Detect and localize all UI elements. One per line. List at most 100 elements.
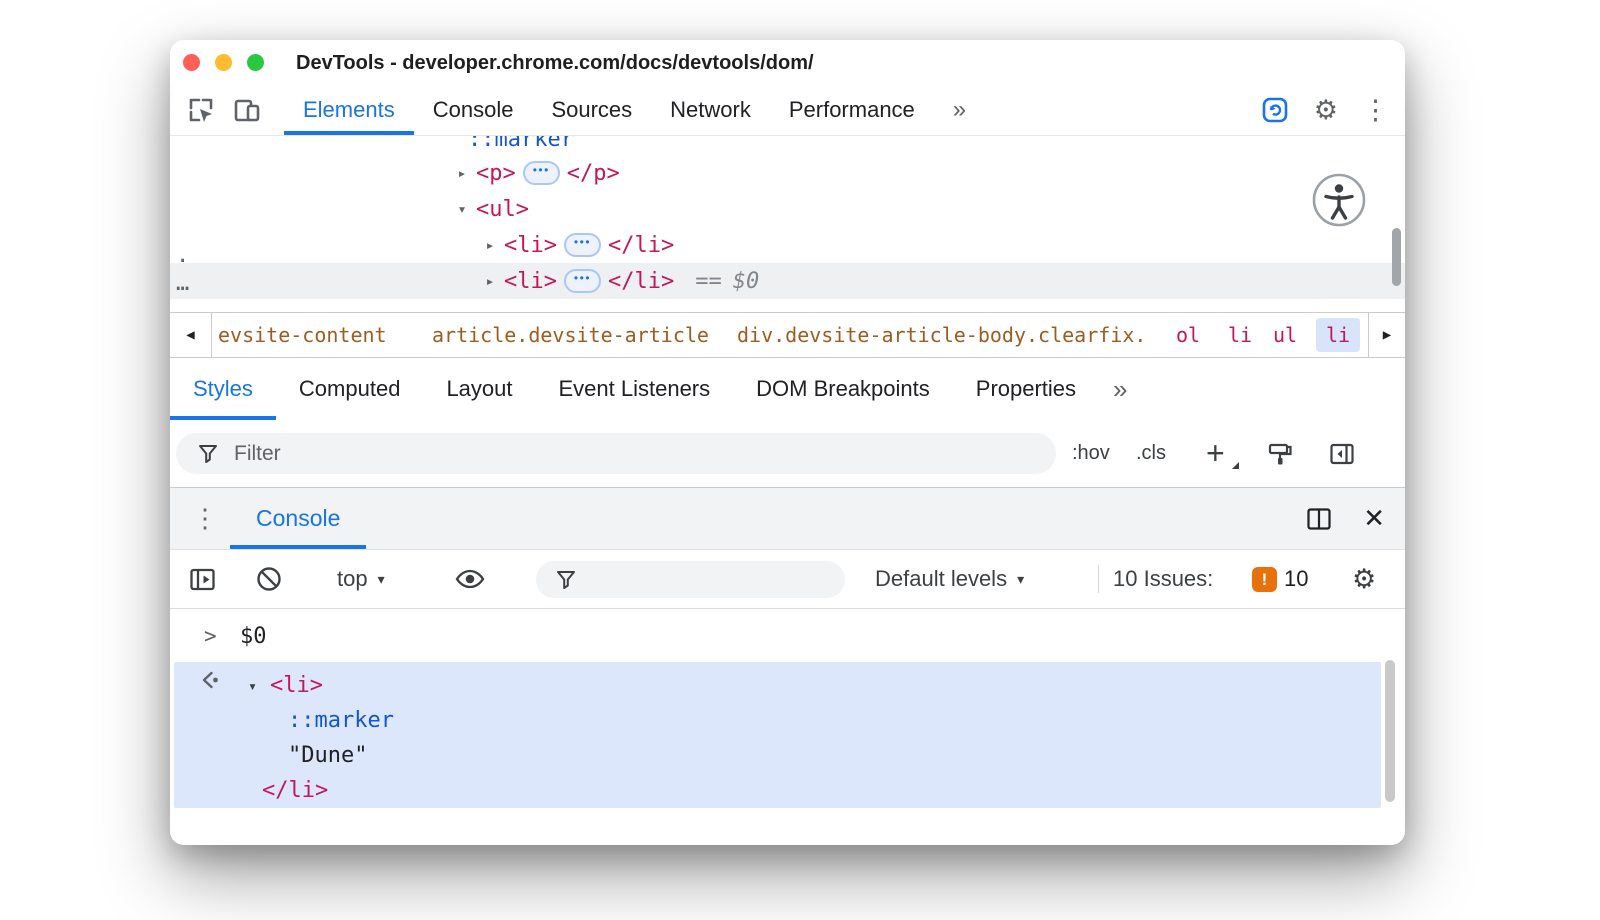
drawer-tab-console[interactable]: Console — [230, 488, 366, 549]
console-scrollbar-thumb[interactable] — [1385, 660, 1395, 802]
toggle-device-toolbar-icon[interactable] — [232, 95, 262, 125]
kebab-menu-icon[interactable]: ⋮ — [1362, 97, 1389, 124]
breadcrumb-item[interactable]: evsite-content — [218, 313, 387, 357]
styles-sidebar-tabs: Styles Computed Layout Event Listeners D… — [170, 358, 1405, 420]
breadcrumb-item[interactable]: li — [1228, 313, 1252, 357]
inspect-element-icon[interactable] — [186, 95, 216, 125]
more-tabs-glyph: » — [1113, 374, 1124, 405]
more-tabs-icon[interactable]: » — [1099, 358, 1147, 420]
tab-performance-label: Performance — [789, 97, 915, 123]
result-line-open[interactable]: ▾ <li> — [174, 668, 1381, 703]
toolbar-right-controls: ⚙ ⋮ — [1260, 85, 1389, 135]
close-window-button[interactable] — [183, 54, 200, 71]
result-line-text[interactable]: "Dune" — [174, 738, 1381, 773]
li-open-tag[interactable]: <li> — [504, 233, 557, 258]
tab-computed[interactable]: Computed — [276, 358, 424, 420]
p-open-tag[interactable]: <p> — [476, 161, 516, 186]
dom-row-ul[interactable]: ▾ <ul> — [170, 191, 1405, 227]
chevron-down-icon: ▾ — [378, 571, 385, 588]
console-toolbar: top ▾ Default levels ▾ 10 Issues: ! 10 ⚙ — [170, 550, 1405, 609]
breadcrumb-item[interactable]: article.devsite-article — [432, 313, 709, 357]
breadcrumb-item-selected[interactable]: li — [1316, 318, 1360, 352]
tab-network[interactable]: Network — [651, 85, 770, 135]
tab-console[interactable]: Console — [414, 85, 533, 135]
collapse-arrow-icon[interactable]: ▾ — [455, 200, 469, 218]
console-sidebar-icon[interactable] — [188, 550, 217, 608]
breadcrumb-item[interactable]: ul — [1273, 313, 1297, 357]
tab-performance[interactable]: Performance — [770, 85, 934, 135]
expand-arrow-icon[interactable]: ▸ — [483, 272, 497, 290]
minimize-window-button[interactable] — [215, 54, 232, 71]
default-levels-dropdown[interactable]: Default levels ▾ — [875, 550, 1024, 608]
marker-pseudo-element: ::marker — [288, 708, 394, 733]
accessibility-person-icon — [1311, 172, 1367, 228]
inline-expand-button[interactable]: ••• — [564, 233, 601, 257]
li-close-tag[interactable]: </li> — [608, 233, 674, 258]
settings-gear-icon[interactable]: ⚙ — [1314, 97, 1338, 124]
tab-styles-label: Styles — [193, 376, 253, 402]
result-line-marker[interactable]: ::marker — [174, 703, 1381, 738]
paint-roller-icon[interactable] — [1266, 420, 1294, 487]
breadcrumb-item[interactable]: div.devsite-article-body.clearfix. — [737, 313, 1146, 357]
breadcrumb-scroll-left-button[interactable]: ◀ — [170, 313, 212, 357]
expand-arrow-icon[interactable]: ▸ — [483, 236, 497, 254]
new-style-rule-button[interactable]: + — [1206, 420, 1225, 487]
execution-context-selector[interactable]: top ▾ — [337, 550, 385, 608]
console-result-highlighted[interactable]: ▾ <li> ::marker "Dune" </li> — [174, 662, 1381, 808]
dom-breadcrumb-bar: ◀ evsite-content article.devsite-article… — [170, 312, 1405, 358]
plus-icon: + — [1206, 435, 1225, 472]
styles-filter-field[interactable] — [176, 433, 1056, 474]
console-eval-row[interactable]: > $0 — [170, 617, 1405, 655]
tab-event-listeners[interactable]: Event Listeners — [536, 358, 734, 420]
tab-styles[interactable]: Styles — [170, 358, 276, 420]
clear-console-icon[interactable] — [254, 550, 284, 608]
refresh-square-icon[interactable] — [1260, 95, 1290, 125]
toggle-element-state-button[interactable]: :hov — [1072, 420, 1110, 487]
collapse-arrow-icon[interactable]: ▾ — [248, 677, 257, 695]
more-panels-icon[interactable]: » — [934, 85, 983, 135]
breadcrumb-scroll-right-button[interactable]: ▶ — [1368, 313, 1405, 357]
result-line-close[interactable]: </li> — [174, 773, 1381, 808]
toolbar-divider — [1098, 550, 1099, 608]
tab-elements[interactable]: Elements — [284, 85, 414, 135]
ul-open-tag[interactable]: <ul> — [476, 197, 529, 222]
issues-label[interactable]: 10 Issues: — [1113, 550, 1213, 608]
close-drawer-icon[interactable]: ✕ — [1363, 503, 1385, 534]
dollar-zero-annotation: $0 — [733, 269, 760, 294]
dom-row-li-2-selected[interactable]: ▸ <li> ••• </li> == $0 — [170, 263, 1405, 299]
styles-filter-input[interactable] — [234, 442, 934, 466]
breadcrumb-item[interactable]: ol — [1176, 313, 1200, 357]
split-panel-icon[interactable] — [1305, 505, 1333, 533]
dom-row-p[interactable]: ▸ <p> ••• </p> — [170, 155, 1405, 191]
issues-warning-icon[interactable]: ! — [1252, 567, 1277, 592]
tab-sources[interactable]: Sources — [532, 85, 651, 135]
dom-row-marker[interactable]: ::marker — [170, 136, 1405, 157]
issues-count: 10 — [1284, 550, 1308, 608]
console-prompt-chevron: > — [204, 624, 217, 648]
elements-scrollbar-thumb[interactable] — [1392, 228, 1401, 286]
inline-expand-button[interactable]: ••• — [523, 161, 560, 185]
li-open-tag[interactable]: <li> — [504, 269, 557, 294]
drawer-header-controls: ✕ — [1305, 488, 1385, 549]
drawer-kebab-menu-icon[interactable]: ⋮ — [192, 488, 218, 549]
live-expression-eye-icon[interactable] — [453, 550, 487, 608]
marker-pseudo-element[interactable]: ::marker — [468, 136, 574, 152]
tab-properties-label: Properties — [976, 376, 1076, 402]
tab-dom-breakpoints[interactable]: DOM Breakpoints — [733, 358, 953, 420]
tab-properties[interactable]: Properties — [953, 358, 1099, 420]
dom-row-li-1[interactable]: ▸ <li> ••• </li> — [170, 227, 1405, 263]
console-filter-field[interactable] — [536, 561, 845, 598]
tab-layout[interactable]: Layout — [423, 358, 535, 420]
p-close-tag[interactable]: </p> — [567, 161, 620, 186]
toggle-computed-sidebar-icon[interactable] — [1328, 420, 1356, 487]
li-close-tag[interactable]: </li> — [608, 269, 674, 294]
devtools-window: DevTools - developer.chrome.com/docs/dev… — [170, 40, 1405, 845]
zoom-window-button[interactable] — [247, 54, 264, 71]
right-arrow-icon: ▶ — [1383, 327, 1391, 343]
console-settings-gear-icon[interactable]: ⚙ — [1352, 550, 1376, 608]
expand-arrow-icon[interactable]: ▸ — [455, 164, 469, 182]
inline-expand-button[interactable]: ••• — [564, 269, 601, 293]
tab-event-listeners-label: Event Listeners — [559, 376, 711, 402]
title-bar: DevTools - developer.chrome.com/docs/dev… — [170, 40, 1405, 85]
element-classes-button[interactable]: .cls — [1136, 420, 1166, 487]
